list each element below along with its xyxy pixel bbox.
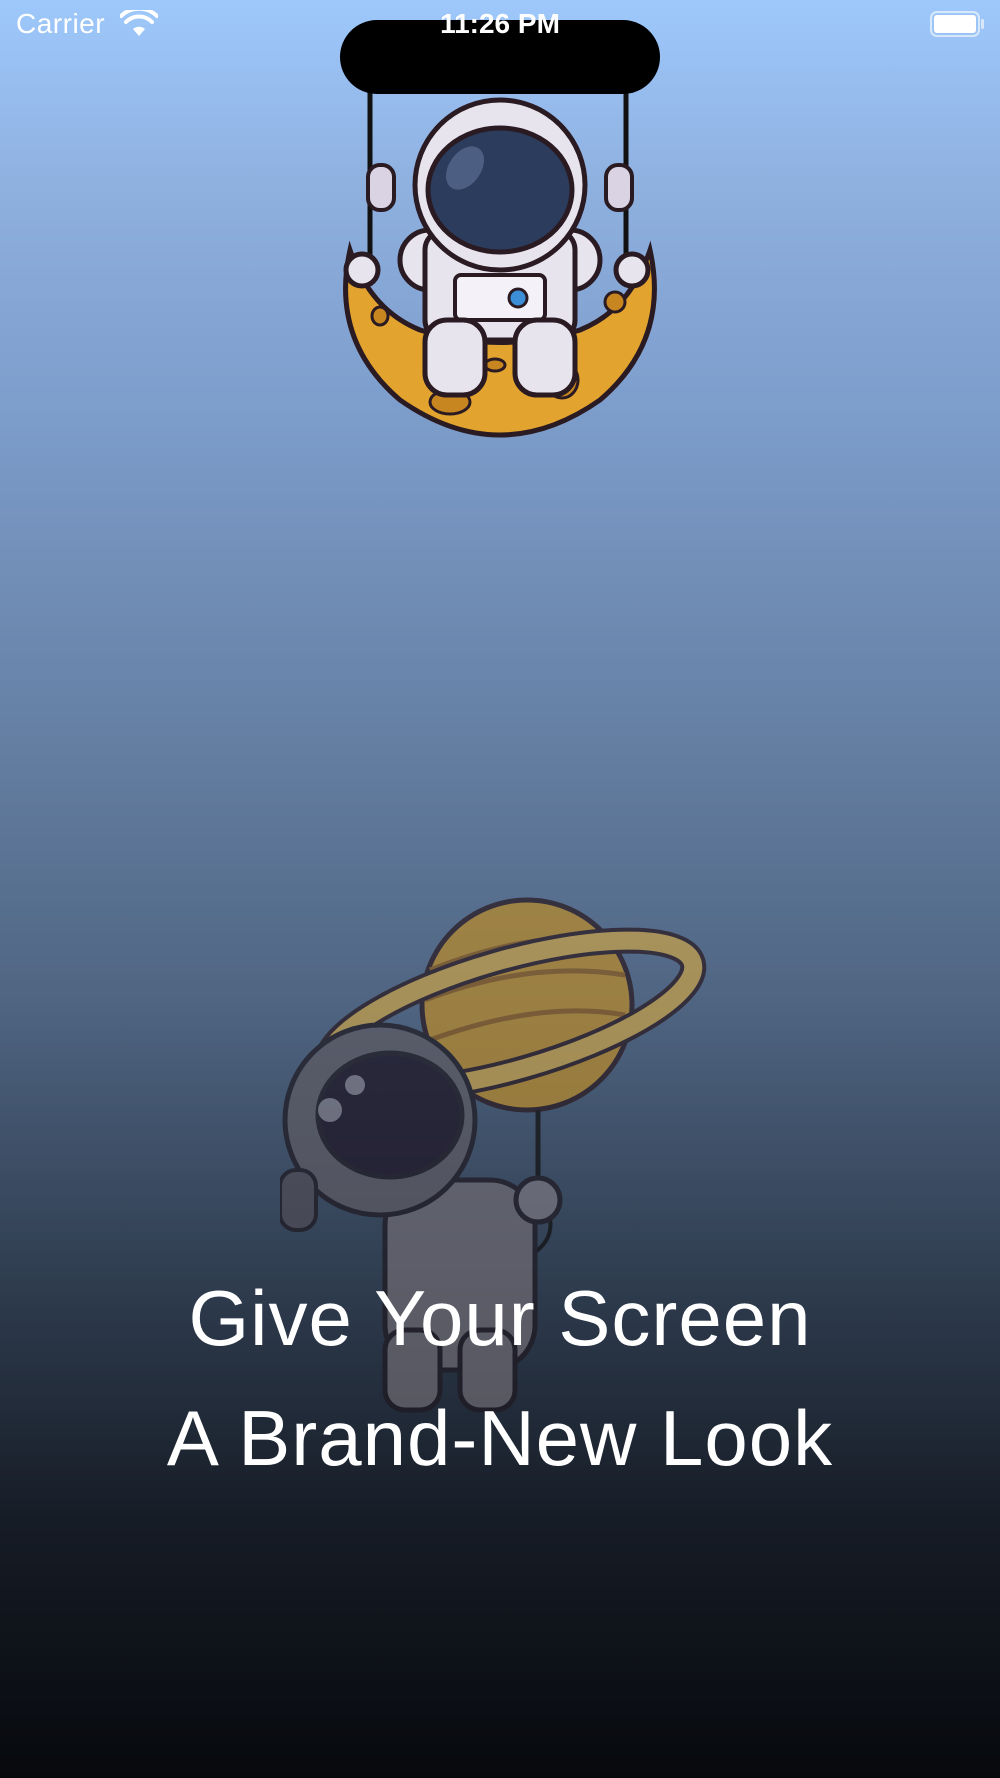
headline: Give Your Screen A Brand-New Look — [0, 1258, 1000, 1498]
headline-line-1: Give Your Screen — [188, 1274, 812, 1362]
status-time: 11:26 PM — [440, 8, 560, 39]
astronaut-moon-swing-illustration — [343, 80, 657, 438]
headline-line-2: A Brand-New Look — [166, 1394, 834, 1482]
